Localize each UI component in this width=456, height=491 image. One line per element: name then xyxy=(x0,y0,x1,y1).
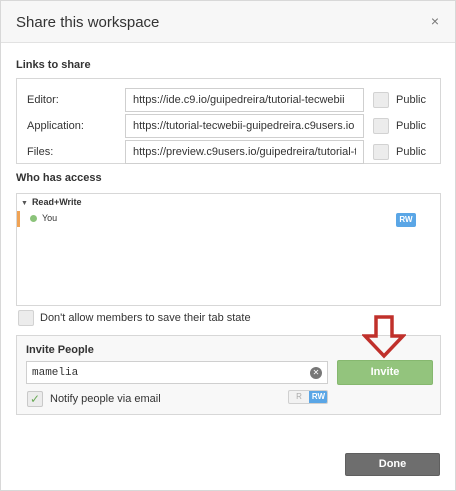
editor-public-label: Public xyxy=(396,94,426,106)
member-permission-badge[interactable]: RW xyxy=(396,213,416,227)
notify-checkbox[interactable]: ✓ xyxy=(27,391,43,407)
editor-label: Editor: xyxy=(27,94,59,106)
toggle-read-write-option[interactable]: RW xyxy=(309,391,327,403)
application-public-checkbox[interactable] xyxy=(373,118,389,134)
toggle-read-option[interactable]: R xyxy=(289,391,309,403)
access-list: ▼ Read+Write You RW xyxy=(16,193,441,306)
files-link-field[interactable] xyxy=(125,140,364,164)
link-row-editor: Editor: Public xyxy=(17,88,442,112)
invite-button[interactable]: Invite xyxy=(337,360,433,385)
invite-title: Invite People xyxy=(26,344,94,356)
files-public-checkbox[interactable] xyxy=(373,144,389,160)
link-row-application: Application: Public xyxy=(17,114,442,138)
editor-public-checkbox[interactable] xyxy=(373,92,389,108)
triangle-down-icon: ▼ xyxy=(21,200,28,207)
files-public-label: Public xyxy=(396,146,426,158)
member-name: You xyxy=(42,213,58,223)
access-section-title: Who has access xyxy=(16,172,102,184)
invite-input[interactable] xyxy=(26,361,328,384)
member-row: You RW xyxy=(17,211,440,227)
share-dialog: Share this workspace × Links to share Ed… xyxy=(0,0,456,491)
dont-allow-label: Don't allow members to save their tab st… xyxy=(40,312,251,324)
permission-toggle[interactable]: R RW xyxy=(288,390,328,404)
dont-allow-checkbox[interactable] xyxy=(18,310,34,326)
group-read-write[interactable]: ▼ Read+Write xyxy=(21,197,82,207)
group-label: Read+Write xyxy=(31,197,82,207)
dialog-title: Share this workspace xyxy=(16,14,160,31)
checkmark-icon: ✓ xyxy=(29,392,41,406)
editor-link-field[interactable] xyxy=(125,88,364,112)
links-box: Editor: Public Application: Public Files… xyxy=(16,78,441,164)
application-link-field[interactable] xyxy=(125,114,364,138)
dialog-header: Share this workspace × xyxy=(1,1,455,43)
files-label: Files: xyxy=(27,146,54,158)
notify-label: Notify people via email xyxy=(50,393,161,405)
links-section-title: Links to share xyxy=(16,59,91,71)
done-button[interactable]: Done xyxy=(345,453,440,476)
close-icon[interactable]: × xyxy=(431,13,439,29)
application-public-label: Public xyxy=(396,120,426,132)
clear-input-icon[interactable]: ✕ xyxy=(310,367,322,379)
red-down-arrow-annotation xyxy=(362,315,406,359)
application-label: Application: xyxy=(27,120,84,132)
online-status-dot xyxy=(30,215,37,222)
link-row-files: Files: Public xyxy=(17,140,442,164)
